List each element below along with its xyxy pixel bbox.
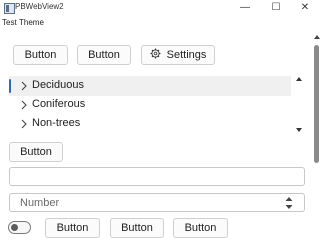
tree-item-label: Non-trees: [32, 117, 81, 129]
text-input[interactable]: [9, 167, 305, 186]
tree-scroll-up-icon[interactable]: [296, 77, 302, 81]
window-title: PBWebView2: [15, 2, 64, 11]
minimize-button[interactable]: —: [230, 0, 260, 16]
menu-bar: Test Theme: [0, 17, 320, 29]
maximize-button[interactable]: ☐: [261, 0, 291, 16]
tree-scroll-down-icon[interactable]: [296, 128, 302, 132]
app-icon: [4, 3, 15, 14]
selection-indicator: [9, 79, 11, 93]
settings-label: Settings: [166, 49, 207, 61]
button-middle[interactable]: Button: [9, 142, 63, 162]
number-input[interactable]: Number: [9, 193, 305, 212]
close-button[interactable]: ✕: [290, 0, 320, 16]
tree-item-label: Coniferous: [32, 98, 86, 110]
menu-item-theme[interactable]: Theme: [19, 18, 44, 27]
button-2[interactable]: Button: [77, 45, 131, 65]
button-bottom-3[interactable]: Button: [173, 218, 228, 238]
chevron-right-icon[interactable]: [19, 81, 29, 91]
vertical-scrollbar[interactable]: [312, 33, 320, 247]
tree-view[interactable]: Deciduous Coniferous Non-trees: [9, 73, 305, 135]
toggle-knob: [11, 224, 18, 231]
tree-item-label: Deciduous: [32, 79, 84, 91]
tree-item-coniferous[interactable]: Coniferous: [9, 95, 291, 115]
title-bar: PBWebView2 — ☐ ✕: [0, 0, 320, 18]
scrollbar-thumb[interactable]: [314, 45, 319, 163]
chevron-right-icon[interactable]: [19, 100, 29, 110]
spin-arrows-icon[interactable]: [285, 197, 293, 209]
settings-button[interactable]: Settings: [141, 45, 215, 65]
tree-item-deciduous[interactable]: Deciduous: [9, 76, 291, 96]
button-bottom-1[interactable]: Button: [45, 218, 100, 238]
gear-icon: [150, 48, 161, 59]
button-bottom-2[interactable]: Button: [110, 218, 164, 238]
scroll-up-icon[interactable]: [314, 35, 320, 39]
button-1[interactable]: Button: [13, 45, 68, 65]
number-placeholder: Number: [20, 197, 60, 209]
toggle-switch[interactable]: [8, 221, 31, 234]
chevron-right-icon[interactable]: [19, 119, 29, 129]
menu-item-test[interactable]: Test: [2, 18, 17, 27]
tree-item-non-trees[interactable]: Non-trees: [9, 114, 291, 134]
